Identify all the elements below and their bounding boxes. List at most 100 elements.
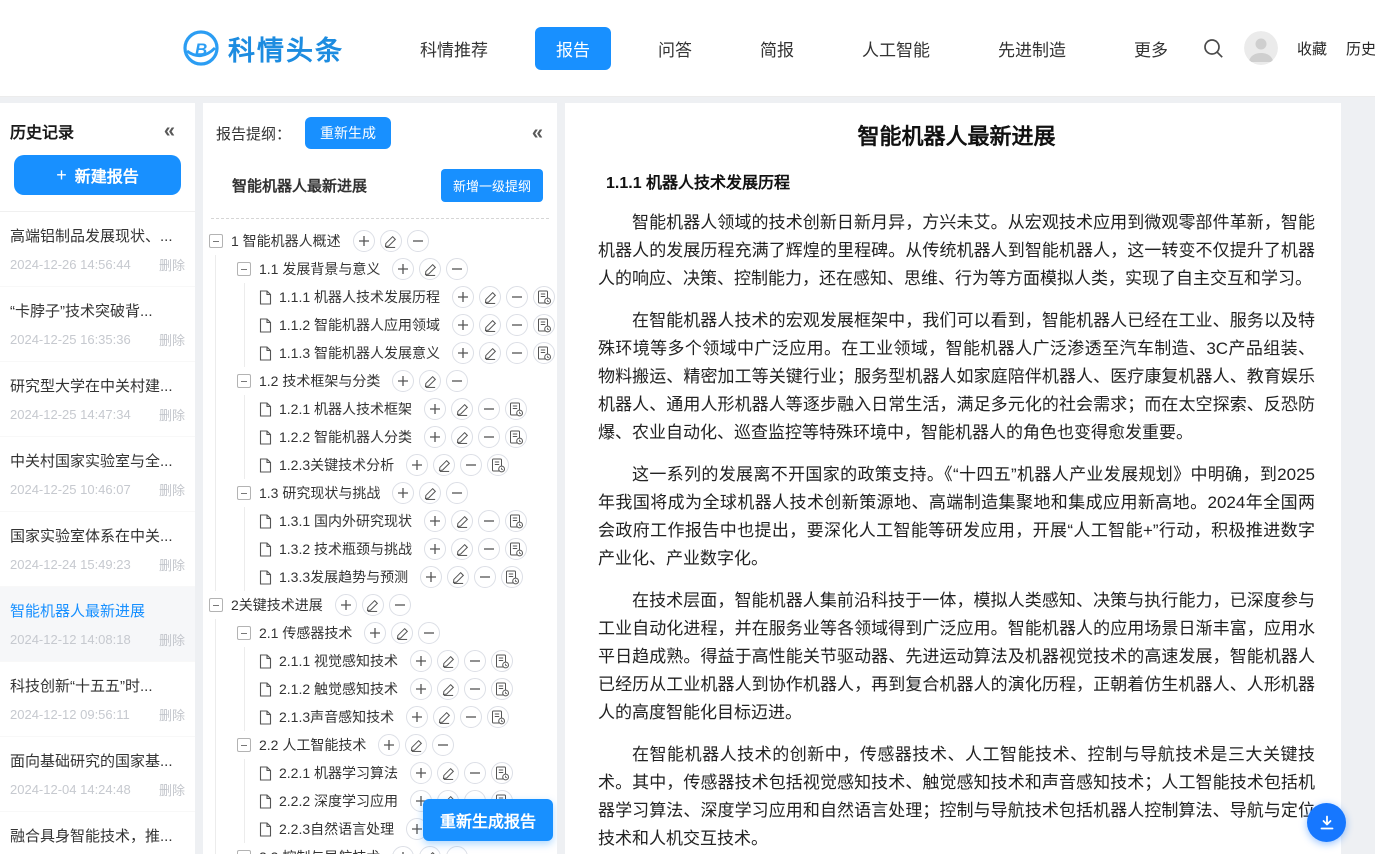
- outline-node[interactable]: 1.3 研究现状与挑战: [203, 479, 557, 507]
- add-subnode-button[interactable]: [353, 230, 375, 252]
- nav-item[interactable]: 先进制造: [977, 27, 1087, 70]
- add-subnode-button[interactable]: [424, 510, 446, 532]
- edit-node-button[interactable]: [419, 258, 441, 280]
- add-subnode-button[interactable]: [406, 454, 428, 476]
- collapse-node-icon[interactable]: [237, 262, 251, 276]
- collapse-node-icon[interactable]: [237, 626, 251, 640]
- outline-node[interactable]: 2.2 人工智能技术: [203, 731, 557, 759]
- history-item-delete-button[interactable]: 删除: [159, 330, 185, 349]
- history-item-delete-button[interactable]: 删除: [159, 555, 185, 574]
- outline-node-label[interactable]: 1.2.3关键技术分析: [279, 455, 394, 475]
- add-subnode-button[interactable]: [410, 678, 432, 700]
- outline-node[interactable]: 2.3 控制与导航技术: [203, 843, 557, 854]
- nav-item[interactable]: 问答: [637, 27, 713, 70]
- history-item[interactable]: 融合具身智能技术，推... 2024-12-03 16:59:30 删除: [0, 812, 195, 854]
- remove-node-button[interactable]: [460, 706, 482, 728]
- remove-node-button[interactable]: [446, 258, 468, 280]
- edit-node-button[interactable]: [437, 678, 459, 700]
- generate-section-button[interactable]: [505, 398, 527, 420]
- edit-node-button[interactable]: [437, 762, 459, 784]
- outline-node-label[interactable]: 2.2 人工智能技术: [259, 735, 366, 755]
- add-subnode-button[interactable]: [406, 706, 428, 728]
- generate-section-button[interactable]: [491, 678, 513, 700]
- outline-node-label[interactable]: 2.1.1 视觉感知技术: [279, 651, 398, 671]
- add-subnode-button[interactable]: [410, 762, 432, 784]
- new-report-button[interactable]: + 新建报告: [14, 155, 181, 195]
- outline-node[interactable]: 1.3.1 国内外研究现状: [203, 507, 557, 535]
- edit-node-button[interactable]: [391, 622, 413, 644]
- outline-node-label[interactable]: 1.3 研究现状与挑战: [259, 483, 380, 503]
- history-item-delete-button[interactable]: 删除: [159, 255, 185, 274]
- edit-node-button[interactable]: [451, 538, 473, 560]
- outline-node-label[interactable]: 1.1.2 智能机器人应用领域: [279, 315, 440, 335]
- nav-item[interactable]: 报告: [535, 27, 611, 70]
- outline-node-label[interactable]: 1.2.2 智能机器人分类: [279, 427, 412, 447]
- remove-node-button[interactable]: [478, 398, 500, 420]
- add-subnode-button[interactable]: [392, 846, 414, 854]
- remove-node-button[interactable]: [460, 454, 482, 476]
- outline-node[interactable]: 1.3.2 技术瓶颈与挑战: [203, 535, 557, 563]
- outline-node[interactable]: 2.1.3声音感知技术: [203, 703, 557, 731]
- outline-node-label[interactable]: 2.1.2 触觉感知技术: [279, 679, 398, 699]
- outline-node-label[interactable]: 2.2.1 机器学习算法: [279, 763, 398, 783]
- history-item[interactable]: 中关村国家实验室与全... 2024-12-25 10:46:07 删除: [0, 437, 195, 512]
- edit-node-button[interactable]: [433, 706, 455, 728]
- remove-node-button[interactable]: [478, 538, 500, 560]
- user-avatar[interactable]: [1244, 31, 1278, 65]
- edit-node-button[interactable]: [362, 594, 384, 616]
- edit-node-button[interactable]: [405, 734, 427, 756]
- outline-node-label[interactable]: 1.1.1 机器人技术发展历程: [279, 287, 440, 307]
- outline-collapse-icon[interactable]: «: [532, 123, 543, 143]
- collapse-node-icon[interactable]: [237, 738, 251, 752]
- edit-node-button[interactable]: [433, 454, 455, 476]
- outline-node[interactable]: 1.2.1 机器人技术框架: [203, 395, 557, 423]
- add-subnode-button[interactable]: [420, 566, 442, 588]
- history-item[interactable]: “卡脖子”技术突破背... 2024-12-25 16:35:36 删除: [0, 287, 195, 362]
- add-subnode-button[interactable]: [378, 734, 400, 756]
- history-item-delete-button[interactable]: 删除: [159, 480, 185, 499]
- remove-node-button[interactable]: [407, 230, 429, 252]
- outline-node-label[interactable]: 1 智能机器人概述: [231, 231, 341, 251]
- outline-node-label[interactable]: 1.1.3 智能机器人发展意义: [279, 343, 440, 363]
- remove-node-button[interactable]: [464, 762, 486, 784]
- remove-node-button[interactable]: [474, 566, 496, 588]
- collapse-node-icon[interactable]: [209, 234, 223, 248]
- outline-node[interactable]: 1 智能机器人概述: [203, 227, 557, 255]
- outline-node-label[interactable]: 2.3 控制与导航技术: [259, 847, 380, 854]
- outline-node-label[interactable]: 1.2.1 机器人技术框架: [279, 399, 412, 419]
- outline-node-label[interactable]: 1.3.2 技术瓶颈与挑战: [279, 539, 412, 559]
- outline-node-label[interactable]: 2.2.3自然语言处理: [279, 819, 394, 839]
- edit-node-button[interactable]: [451, 510, 473, 532]
- history-item[interactable]: 面向基础研究的国家基... 2024-12-04 14:24:48 删除: [0, 737, 195, 812]
- history-item[interactable]: 研究型大学在中关村建... 2024-12-25 14:47:34 删除: [0, 362, 195, 437]
- history-item-delete-button[interactable]: 删除: [159, 630, 185, 649]
- outline-node-label[interactable]: 2.1.3声音感知技术: [279, 707, 394, 727]
- remove-node-button[interactable]: [506, 314, 528, 336]
- history-item[interactable]: 高端铝制品发展现状、... 2024-12-26 14:56:44 删除: [0, 212, 195, 287]
- history-item-delete-button[interactable]: 删除: [159, 780, 185, 799]
- remove-node-button[interactable]: [446, 846, 468, 854]
- edit-node-button[interactable]: [479, 314, 501, 336]
- edit-node-button[interactable]: [479, 286, 501, 308]
- add-subnode-button[interactable]: [335, 594, 357, 616]
- outline-node[interactable]: 2.1.1 视觉感知技术: [203, 647, 557, 675]
- regenerate-outline-button[interactable]: 重新生成: [305, 117, 391, 149]
- generate-section-button[interactable]: [533, 286, 555, 308]
- edit-node-button[interactable]: [380, 230, 402, 252]
- collapse-node-icon[interactable]: [237, 850, 251, 854]
- add-subnode-button[interactable]: [410, 650, 432, 672]
- outline-node[interactable]: 1.2.2 智能机器人分类: [203, 423, 557, 451]
- generate-section-button[interactable]: [533, 342, 555, 364]
- remove-node-button[interactable]: [418, 622, 440, 644]
- nav-item[interactable]: 科情推荐: [399, 27, 509, 70]
- remove-node-button[interactable]: [432, 734, 454, 756]
- remove-node-button[interactable]: [464, 678, 486, 700]
- edit-node-button[interactable]: [419, 370, 441, 392]
- remove-node-button[interactable]: [478, 426, 500, 448]
- edit-node-button[interactable]: [451, 398, 473, 420]
- favorites-link[interactable]: 收藏: [1297, 38, 1327, 59]
- generate-section-button[interactable]: [505, 426, 527, 448]
- history-item-delete-button[interactable]: 删除: [159, 705, 185, 724]
- add-subnode-button[interactable]: [364, 622, 386, 644]
- outline-node-label[interactable]: 2关键技术进展: [231, 595, 323, 615]
